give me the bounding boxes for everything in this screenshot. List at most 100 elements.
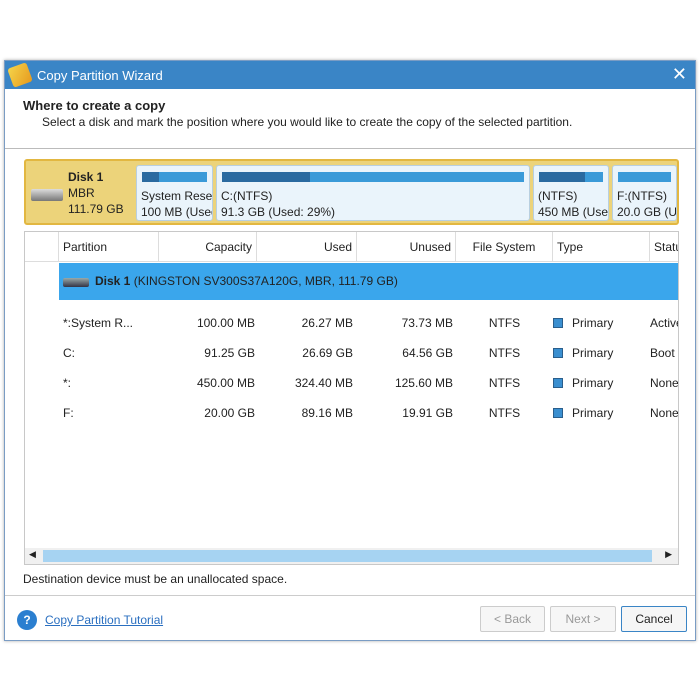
disk-row[interactable]: Disk 1 (KINGSTON SV300S37A120G, MBR, 111… (59, 263, 678, 300)
hard-disk-icon (31, 189, 63, 201)
disk-row-detail: (KINGSTON SV300S37A120G, MBR, 111.79 GB) (133, 274, 398, 288)
close-icon[interactable]: ✕ (672, 64, 687, 85)
cell-used: 324.40 MB (257, 368, 353, 398)
cell-text: NTFS (488, 316, 521, 330)
cell-status: Boot (650, 338, 678, 368)
cell-text: 450.00 MB (196, 376, 255, 390)
column-header-type[interactable]: Type (553, 232, 650, 262)
cell-status: None (650, 368, 679, 398)
cell-file-system: NTFS (456, 308, 553, 338)
cell-capacity: 20.00 GB (159, 398, 255, 428)
cell-text: None (650, 376, 679, 390)
cell-text: NTFS (488, 346, 521, 360)
cancel-button[interactable]: Cancel (621, 606, 687, 632)
cell-type: Primary (553, 368, 650, 398)
cell-unused: 64.56 GB (357, 338, 453, 368)
cell-file-system: NTFS (456, 368, 553, 398)
column-header-file-system[interactable]: File System (456, 232, 553, 262)
cell-unused: 125.60 MB (357, 368, 453, 398)
used-fill (539, 172, 586, 182)
table-row[interactable]: *: 450.00 MB 324.40 MB 125.60 MB NTFS Primary… (25, 368, 678, 398)
cell-capacity: 450.00 MB (159, 368, 255, 398)
table-row[interactable]: *:System R... 100.00 MB 26.27 MB 73.73 MB NT… (25, 308, 678, 338)
partition-table: Partition Capacity Used Unused File Syst… (24, 231, 679, 565)
cell-text: Primary (572, 346, 614, 360)
status-message: Destination device must be an unallocate… (23, 572, 288, 586)
table-row[interactable]: F: 20.00 GB 89.16 MB 19.91 GB NTFS Primary Non… (25, 398, 678, 428)
primary-partition-icon (553, 318, 563, 328)
cell-text: *: (63, 376, 72, 390)
cell-text: 89.16 MB (301, 406, 353, 420)
cell-unused: 19.91 GB (357, 398, 453, 428)
usage-bar (539, 172, 603, 182)
cell-file-system: NTFS (456, 338, 553, 368)
partition-info: 91.3 GB (Used: 29%) (221, 205, 336, 219)
cell-text: Primary (572, 406, 614, 420)
scroll-right-icon[interactable]: ▶ (665, 549, 672, 560)
disk-name: Disk 1 (68, 170, 104, 184)
cell-text: Active (650, 316, 678, 330)
cell-type: Primary (553, 338, 650, 368)
cell-text: *:System R... (63, 316, 134, 330)
scroll-left-icon[interactable]: ◀ (29, 549, 36, 560)
column-header-partition[interactable]: Partition (59, 232, 159, 262)
partition-info: 450 MB (Used: 72%) (538, 205, 609, 219)
cell-partition: *:System R... (63, 308, 159, 338)
cell-text: Boot (650, 346, 675, 360)
cell-capacity: 100.00 MB (159, 308, 255, 338)
primary-partition-icon (553, 408, 563, 418)
cell-partition: *: (63, 368, 159, 398)
cell-text: 64.56 GB (402, 346, 453, 360)
usage-bar (142, 172, 207, 182)
partition-block-system-reserved[interactable]: System Reserved 100 MB (Used: 26%) (136, 165, 213, 221)
page-title: Where to create a copy (23, 98, 166, 113)
partition-label: (NTFS) (538, 189, 578, 203)
cell-text: NTFS (488, 376, 521, 390)
header: Where to create a copy Select a disk and… (5, 89, 695, 149)
table-row[interactable]: C: 91.25 GB 26.69 GB 64.56 GB NTFS Primary Boo… (25, 338, 678, 368)
partition-label: System Reserved (141, 189, 213, 203)
cell-text: C: (63, 346, 75, 360)
partition-block-f[interactable]: F:(NTFS) 20.0 GB (Used: 0%) (612, 165, 677, 221)
help-icon[interactable]: ? (17, 610, 37, 630)
cell-text: 26.69 GB (302, 346, 353, 360)
column-header-capacity[interactable]: Capacity (159, 232, 257, 262)
column-header-unused[interactable]: Unused (357, 232, 456, 262)
hard-disk-icon (63, 278, 89, 287)
cell-text: F: (63, 406, 74, 420)
disk-size: 111.79 GB (68, 202, 124, 216)
horizontal-scrollbar[interactable]: ◀ ▶ (25, 548, 678, 564)
copy-partition-wizard-dialog: Copy Partition Wizard ✕ Where to create … (4, 60, 696, 641)
back-button[interactable]: < Back (480, 606, 545, 632)
page-subtitle: Select a disk and mark the position wher… (42, 115, 573, 129)
next-button[interactable]: Next > (550, 606, 616, 632)
partition-block-c[interactable]: C:(NTFS) 91.3 GB (Used: 29%) (216, 165, 530, 221)
cell-capacity: 91.25 GB (159, 338, 255, 368)
cell-used: 26.69 GB (257, 338, 353, 368)
partition-info: 20.0 GB (Used: 0%) (617, 205, 677, 219)
cell-type: Primary (553, 398, 650, 428)
tutorial-link[interactable]: Copy Partition Tutorial (45, 613, 163, 627)
wizard-icon (7, 62, 33, 88)
used-fill (142, 172, 159, 182)
usage-bar (618, 172, 671, 182)
column-header-status[interactable]: Status (650, 232, 678, 262)
cell-text: None (650, 406, 679, 420)
cell-text: Primary (572, 316, 614, 330)
cell-text: 125.60 MB (394, 376, 453, 390)
usage-bar (222, 172, 524, 182)
column-header-used[interactable]: Used (257, 232, 357, 262)
partition-block-ntfs[interactable]: (NTFS) 450 MB (Used: 72%) (533, 165, 609, 221)
cell-text: 73.73 MB (401, 316, 453, 330)
primary-partition-icon (553, 348, 563, 358)
cell-used: 26.27 MB (257, 308, 353, 338)
disk-map-disk-1[interactable]: Disk 1 MBR 111.79 GB System Reserved 100… (24, 159, 679, 225)
window-title: Copy Partition Wizard (37, 68, 163, 83)
cell-text: NTFS (488, 406, 521, 420)
disk-scheme: MBR (68, 186, 95, 200)
divider (5, 595, 695, 596)
cell-text: 100.00 MB (196, 316, 255, 330)
cell-text: Primary (572, 376, 614, 390)
scrollbar-thumb[interactable] (43, 550, 652, 562)
primary-partition-icon (553, 378, 563, 388)
